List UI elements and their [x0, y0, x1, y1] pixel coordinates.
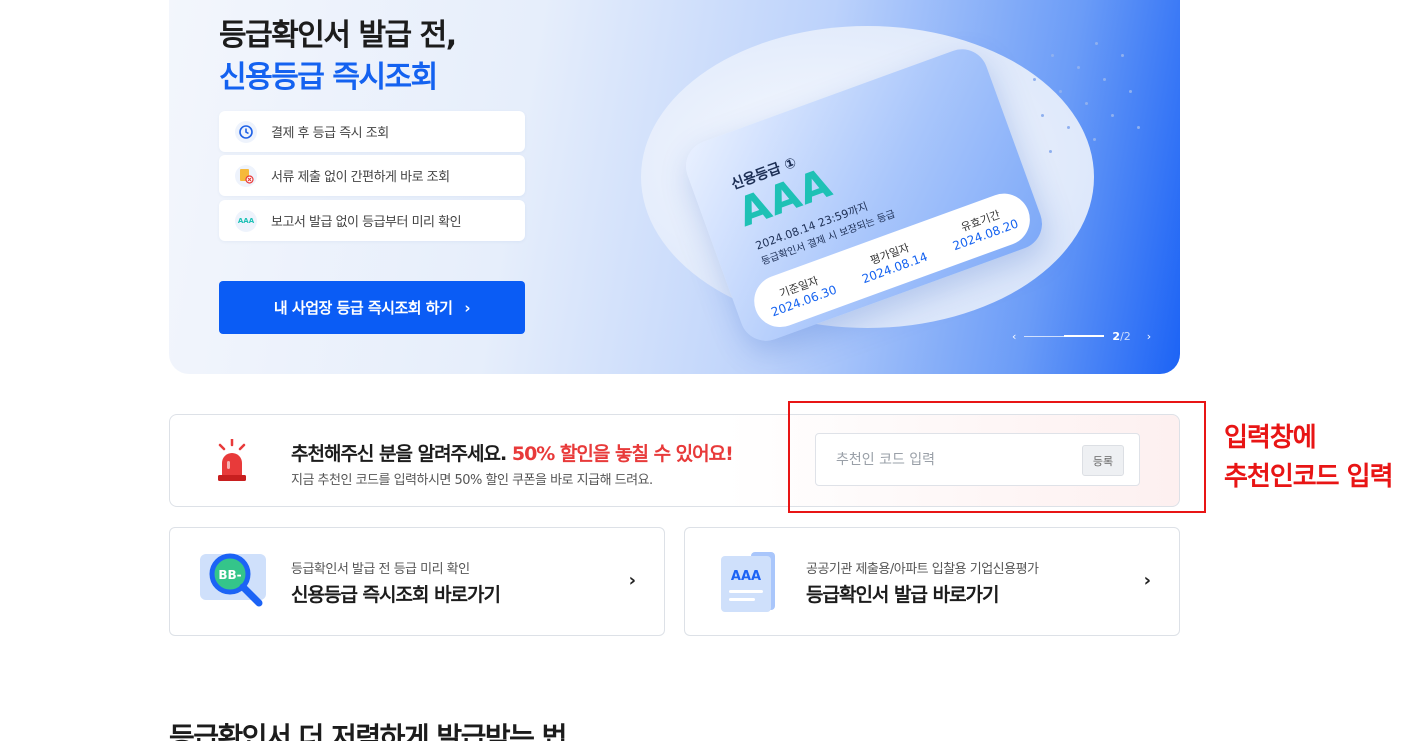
certificate-document-icon: AAA	[721, 552, 775, 612]
annotation-line2: 추천인코드 입력	[1224, 462, 1393, 492]
instant-lookup-button-label: 내 사업장 등급 즉시조회 하기	[273, 299, 453, 317]
feature-label: 서류 제출 없이 간편하게 바로 조회	[271, 170, 450, 185]
shortcut-subtitle: 공공기관 제출용/아파트 입찰용 기업신용평가	[806, 562, 1039, 577]
page: 등급확인서 발급 전, 신용등급 즉시조회 결제 후 등급 즉시 조회 서류 제…	[0, 0, 1415, 741]
decorative-dots	[1029, 40, 1180, 160]
card-date-cell: 기준일자 2024.06.30	[764, 268, 838, 319]
pager-current: 2	[1112, 330, 1121, 343]
chevron-right-icon[interactable]: ›	[1147, 330, 1151, 343]
annotation-line1: 입력창에	[1224, 423, 1317, 453]
referral-title-highlight: 50% 할인을 놓칠 수 있어요!	[511, 443, 734, 465]
chevron-right-icon: ›	[1143, 570, 1151, 591]
hero-banner: 등급확인서 발급 전, 신용등급 즉시조회 결제 후 등급 즉시 조회 서류 제…	[169, 0, 1180, 374]
shortcut-instant-lookup[interactable]: BB- 등급확인서 발급 전 등급 미리 확인 신용등급 즉시조회 바로가기 ›	[169, 527, 665, 636]
referral-title: 추천해주신 분을 알려주세요. 50% 할인을 놓칠 수 있어요!	[291, 439, 734, 466]
feature-label: 결제 후 등급 즉시 조회	[271, 126, 389, 141]
shortcut-title: 신용등급 즉시조회 바로가기	[291, 584, 501, 606]
chevron-right-icon: ›	[628, 570, 636, 591]
chevron-left-icon[interactable]: ‹	[1012, 330, 1016, 343]
chevron-right-icon: ›	[464, 298, 471, 317]
shortcut-title: 등급확인서 발급 바로가기	[806, 584, 1000, 606]
annotation-highlight-box	[788, 401, 1206, 513]
clock-icon	[235, 120, 257, 143]
shortcut-certificate-issue[interactable]: AAA 공공기관 제출용/아파트 입찰용 기업신용평가 등급확인서 발급 바로가…	[684, 527, 1180, 636]
hero-title-highlight: 신용등급 즉시조회	[219, 60, 438, 95]
section-title: 등급확인서 더 저렴하게 발급받는 법	[169, 721, 567, 741]
annotation-text: 입력창에 추천인코드 입력	[1224, 419, 1393, 497]
card-date-cell: 평가일자 2024.08.14	[855, 235, 929, 286]
hero-title: 등급확인서 발급 전,	[219, 18, 457, 53]
instant-lookup-button[interactable]: 내 사업장 등급 즉시조회 하기 ›	[219, 281, 525, 334]
carousel-progress	[1024, 335, 1105, 337]
shortcut-subtitle: 등급확인서 발급 전 등급 미리 확인	[291, 562, 470, 577]
siren-icon	[218, 439, 246, 481]
card-date-cell: 유효기간 2024.08.20	[945, 201, 1020, 253]
feature-item: 결제 후 등급 즉시 조회	[219, 111, 525, 152]
certificate-badge: AAA	[731, 569, 761, 584]
aaa-badge-icon: AAA	[235, 209, 257, 232]
feature-item: AAA 보고서 발급 없이 등급부터 미리 확인	[219, 200, 525, 241]
feature-label: 보고서 발급 없이 등급부터 미리 확인	[271, 215, 462, 230]
referral-subtitle: 지금 추천인 코드를 입력하시면 50% 할인 쿠폰을 바로 지급해 드려요.	[291, 473, 653, 488]
carousel-pager: ‹ 2 /2 ›	[1012, 330, 1151, 343]
document-x-icon	[235, 164, 257, 187]
feature-item: 서류 제출 없이 간편하게 바로 조회	[219, 155, 525, 196]
magnifier-grade-icon: BB-	[200, 553, 266, 607]
referral-title-main: 추천해주신 분을 알려주세요.	[291, 443, 507, 465]
magnifier-badge: BB-	[218, 568, 241, 582]
pager-total: /2	[1120, 330, 1131, 343]
